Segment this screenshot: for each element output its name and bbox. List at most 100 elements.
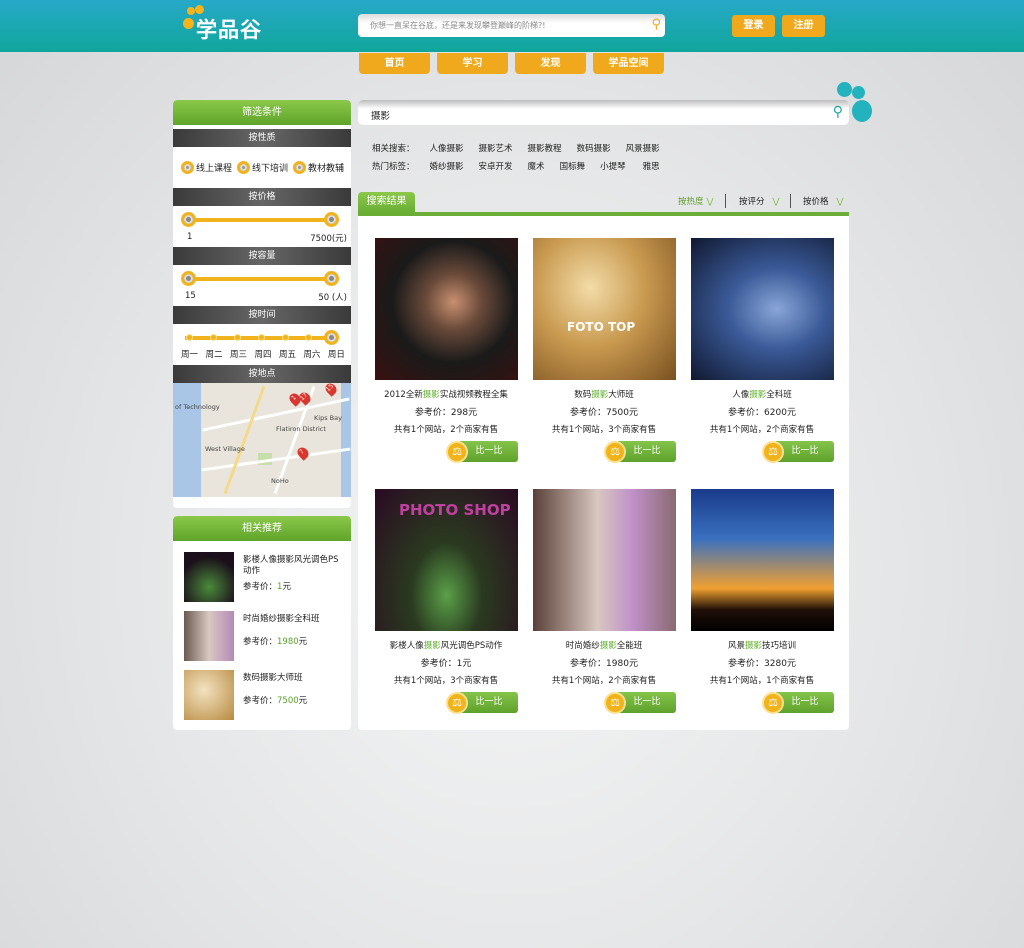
search-placeholder: 你想一直呆在谷底，还是来发现攀登巅峰的阶梯?!: [370, 21, 546, 30]
compare-button[interactable]: 比一比: [460, 441, 518, 462]
result-image[interactable]: [691, 489, 834, 631]
result-image[interactable]: [691, 238, 834, 380]
related-link[interactable]: 数码摄影: [577, 142, 611, 154]
logo[interactable]: 学品谷: [183, 5, 273, 43]
related-link[interactable]: 风景摄影: [626, 142, 660, 154]
slider-min-handle[interactable]: [181, 271, 196, 286]
result-card[interactable]: PHOTO SHOP 影楼人像摄影风光调色PS动作 参考价：1元 共有1个网站，…: [366, 483, 526, 714]
scale-icon[interactable]: ⚖: [762, 692, 784, 714]
result-card[interactable]: 2012全新摄影实战视频教程全集 参考价：298元 共有1个网站，2个商家有售 …: [366, 232, 526, 463]
scale-icon[interactable]: ⚖: [446, 441, 468, 463]
nav-discover[interactable]: 发现: [515, 53, 586, 74]
scale-icon[interactable]: ⚖: [604, 692, 626, 714]
results-grid: 2012全新摄影实战视频教程全集 参考价：298元 共有1个网站，2个商家有售 …: [358, 216, 849, 730]
global-search-input[interactable]: 你想一直呆在谷底，还是来发现攀登巅峰的阶梯?! ⚲: [358, 14, 665, 37]
result-price: 参考价：3280元: [728, 659, 796, 669]
slider-handle[interactable]: [324, 330, 339, 345]
day-label[interactable]: 周二: [205, 348, 222, 360]
scale-icon[interactable]: ⚖: [446, 692, 468, 714]
result-title[interactable]: 风景摄影技巧培训: [682, 639, 842, 651]
hot-tag[interactable]: 小提琴: [600, 160, 626, 172]
compare-button[interactable]: 比一比: [776, 441, 834, 462]
logo-text: 学品谷: [196, 18, 262, 42]
recommend-item[interactable]: 数码摄影大师班 参考价：7500元: [184, 670, 344, 720]
result-image[interactable]: PHOTO SHOP: [375, 489, 518, 631]
hot-tag[interactable]: 安卓开发: [479, 160, 513, 172]
compare-button[interactable]: 比一比: [618, 441, 676, 462]
time-slider[interactable]: 周一 周二 周三 周四 周五 周六 周日: [173, 324, 351, 365]
location-map[interactable]: of Technology Flatiron District Kips Bay…: [173, 383, 351, 497]
result-title[interactable]: 数码摄影大师班: [524, 388, 684, 400]
map-pin[interactable]: 7: [298, 448, 306, 456]
result-sellers: 共有1个网站，2个商家有售: [709, 425, 815, 435]
result-title[interactable]: 时尚婚纱摄影全能班: [524, 639, 684, 651]
recommend-item-title[interactable]: 时尚婚纱摄影全科班: [243, 614, 343, 625]
hot-tag[interactable]: 雅思: [643, 160, 660, 172]
recommend-thumbnail: [184, 611, 234, 661]
scale-icon[interactable]: ⚖: [762, 441, 784, 463]
result-image[interactable]: [533, 489, 676, 631]
radio-books[interactable]: 教材教辅: [293, 161, 344, 174]
map-pin[interactable]: 17: [299, 392, 309, 402]
radio-label: 线下培训: [252, 164, 289, 174]
recommend-item[interactable]: 影楼人像摄影风光调色PS动作 参考价：1元: [184, 552, 344, 602]
hot-tag[interactable]: 婚纱摄影: [430, 160, 464, 172]
sort-by-popularity[interactable]: 按热度 ⋁: [678, 195, 714, 207]
day-label[interactable]: 周日: [328, 348, 345, 360]
compare-button[interactable]: 比一比: [776, 692, 834, 713]
slider-max-handle[interactable]: [324, 271, 339, 286]
day-label[interactable]: 周三: [230, 348, 247, 360]
recommend-title: 相关推荐: [173, 516, 351, 541]
recommend-item-title[interactable]: 影楼人像摄影风光调色PS动作: [243, 555, 343, 577]
nav-home[interactable]: 首页: [359, 53, 430, 74]
day-label[interactable]: 周六: [303, 348, 320, 360]
map-pin[interactable]: 1: [290, 394, 298, 402]
result-card[interactable]: 风景摄影技巧培训 参考价：3280元 共有1个网站，1个商家有售 比一比 ⚖: [682, 483, 842, 714]
day-label[interactable]: 周五: [279, 348, 296, 360]
filter-time-header: 按时间: [173, 306, 351, 324]
compare-button[interactable]: 比一比: [618, 692, 676, 713]
main-content: 摄影 ⚲ 相关搜索： 人像摄影 摄影艺术 摄影教程 数码摄影 风景摄影 热门标签…: [358, 100, 849, 730]
related-link[interactable]: 摄影教程: [528, 142, 562, 154]
result-image[interactable]: [375, 238, 518, 380]
image-text: FOTO TOP: [567, 320, 636, 334]
sort-by-rating[interactable]: 按评分 ⋁: [739, 195, 780, 207]
search-icon[interactable]: ⚲: [833, 104, 843, 120]
result-card[interactable]: 人像摄影全科班 参考价：6200元 共有1个网站，2个商家有售 比一比 ⚖: [682, 232, 842, 463]
map-label: West Village: [205, 445, 245, 453]
nav-space[interactable]: 学品空间: [593, 53, 664, 74]
keyword-search-input[interactable]: 摄影 ⚲: [358, 100, 849, 125]
recommend-panel: 相关推荐 影楼人像摄影风光调色PS动作 参考价：1元 时尚婚纱摄影全科班 参考价…: [173, 516, 351, 730]
related-link[interactable]: 人像摄影: [430, 142, 464, 154]
map-label: Kips Bay: [314, 414, 342, 422]
result-image[interactable]: FOTO TOP: [533, 238, 676, 380]
result-card[interactable]: FOTO TOP 数码摄影大师班 参考价：7500元 共有1个网站，3个商家有售…: [524, 232, 684, 463]
result-title[interactable]: 2012全新摄影实战视频教程全集: [366, 388, 526, 400]
price-slider[interactable]: 1 7500(元): [173, 206, 351, 247]
tab-search-results[interactable]: 搜索结果: [358, 192, 415, 212]
hot-tag[interactable]: 国标舞: [560, 160, 586, 172]
hot-label: 热门标签：: [372, 162, 415, 172]
compare-button[interactable]: 比一比: [460, 692, 518, 713]
recommend-item-title[interactable]: 数码摄影大师班: [243, 673, 343, 684]
map-pin[interactable]: 15: [325, 383, 335, 393]
result-card[interactable]: 时尚婚纱摄影全能班 参考价：1980元 共有1个网站，2个商家有售 比一比 ⚖: [524, 483, 684, 714]
capacity-slider[interactable]: 15 50 (人): [173, 265, 351, 306]
slider-min-handle[interactable]: [181, 212, 196, 227]
slider-max-handle[interactable]: [324, 212, 339, 227]
radio-online[interactable]: 线上课程: [181, 161, 232, 174]
day-label[interactable]: 周一: [181, 348, 198, 360]
radio-offline[interactable]: 线下培训: [237, 161, 288, 174]
search-icon[interactable]: ⚲: [651, 17, 661, 32]
nav-study[interactable]: 学习: [437, 53, 508, 74]
hot-tag[interactable]: 魔术: [528, 160, 545, 172]
day-label[interactable]: 周四: [254, 348, 271, 360]
result-title[interactable]: 影楼人像摄影风光调色PS动作: [366, 639, 526, 651]
recommend-item[interactable]: 时尚婚纱摄影全科班 参考价：1980元: [184, 611, 344, 661]
scale-icon[interactable]: ⚖: [604, 441, 626, 463]
related-link[interactable]: 摄影艺术: [479, 142, 513, 154]
register-button[interactable]: 注册: [782, 15, 825, 37]
result-title[interactable]: 人像摄影全科班: [682, 388, 842, 400]
login-button[interactable]: 登录: [732, 15, 775, 37]
sort-by-price[interactable]: 按价格 ⋁: [803, 195, 844, 207]
